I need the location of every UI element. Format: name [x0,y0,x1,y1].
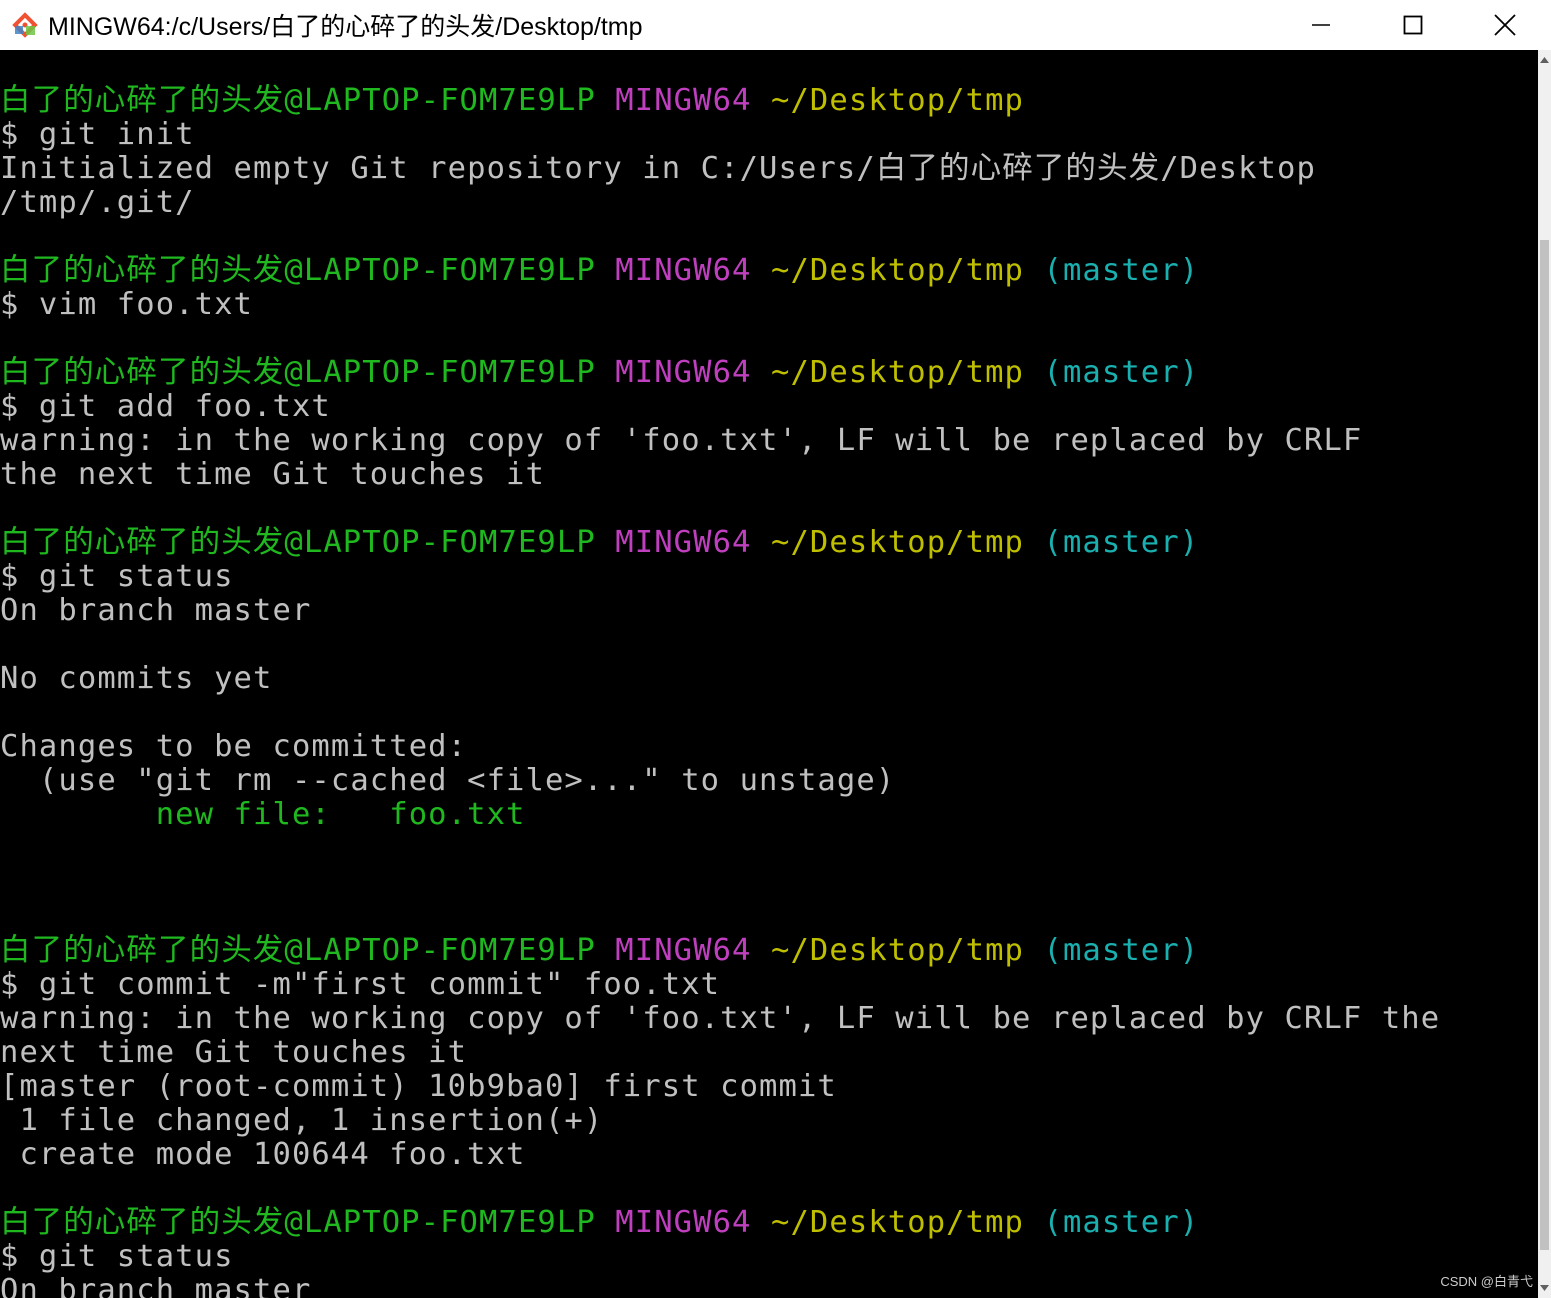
prompt-line: 白了的心碎了的头发@LAPTOP-FOM7E9LP MINGW64 ~/Desk… [0,254,1440,288]
title-bar[interactable]: MINGW64:/c/Users/白了的心碎了的头发/Desktop/tmp [0,0,1551,50]
output-line: No commits yet [0,662,1440,696]
output-line: next time Git touches it [0,1036,1440,1070]
vertical-scrollbar[interactable] [1538,50,1551,1298]
prompt-user-host: 白了的心碎了的头发@LAPTOP-FOM7E9LP [0,525,596,560]
prompt-line: 白了的心碎了的头发@LAPTOP-FOM7E9LP MINGW64 ~/Desk… [0,526,1440,560]
prompt-line: 白了的心碎了的头发@LAPTOP-FOM7E9LP MINGW64 ~/Desk… [0,84,1440,118]
command-line: $ git status [0,560,1440,594]
output-line: create mode 100644 foo.txt [0,1138,1440,1172]
output-line: warning: in the working copy of 'foo.txt… [0,424,1440,458]
command-line: $ git init [0,118,1440,152]
prompt-branch: (master) [1043,253,1200,288]
prompt-user-host: 白了的心碎了的头发@LAPTOP-FOM7E9LP [0,83,596,118]
output-line: Changes to be committed: [0,730,1440,764]
close-button[interactable] [1459,0,1551,50]
output-line: /tmp/.git/ [0,186,1440,220]
output-text: [master (root-commit) 10b9ba0] first com… [0,1069,837,1104]
prompt-branch: (master) [1043,1205,1200,1240]
output-line: (use "git rm --cached <file>..." to unst… [0,764,1440,798]
prompt-path: ~/Desktop/tmp [771,355,1025,390]
staged-file-entry: new file: foo.txt [155,797,526,832]
output-line: [master (root-commit) 10b9ba0] first com… [0,1070,1440,1104]
scroll-up-arrow-icon[interactable] [1538,50,1551,70]
prompt-branch: (master) [1043,355,1200,390]
output-line: On branch master [0,1274,1440,1298]
prompt-msystem: MINGW64 [615,525,752,560]
output-text: Initialized empty Git repository in C:/U… [0,151,1316,186]
output-text: /tmp/.git/ [0,185,195,220]
command-line: $ git commit -m"first commit" foo.txt [0,968,1440,1002]
prompt-user-host: 白了的心碎了的头发@LAPTOP-FOM7E9LP [0,253,596,288]
git-bash-icon [10,10,40,40]
prompt-user-host: 白了的心碎了的头发@LAPTOP-FOM7E9LP [0,355,596,390]
scrollbar-thumb[interactable] [1540,240,1549,1250]
output-line: new file: foo.txt [0,798,1440,832]
command-text: $ git init [0,117,195,152]
minimize-icon [1312,24,1330,26]
scroll-down-arrow-icon[interactable] [1538,1278,1551,1298]
output-text: 1 file changed, 1 insertion(+) [0,1103,604,1138]
prompt-msystem: MINGW64 [615,253,752,288]
prompt-line: 白了的心碎了的头发@LAPTOP-FOM7E9LP MINGW64 ~/Desk… [0,1206,1440,1240]
minimize-button[interactable] [1275,0,1367,50]
maximize-button[interactable] [1367,0,1459,50]
prompt-path: ~/Desktop/tmp [771,1205,1025,1240]
output-text: create mode 100644 foo.txt [0,1137,526,1172]
maximize-icon [1403,15,1423,35]
prompt-line: 白了的心碎了的头发@LAPTOP-FOM7E9LP MINGW64 ~/Desk… [0,934,1440,968]
output-text: On branch master [0,1273,312,1298]
output-text: No commits yet [0,661,273,696]
prompt-branch: (master) [1043,525,1200,560]
prompt-msystem: MINGW64 [615,1205,752,1240]
command-text: $ git status [0,559,234,594]
terminal-window: MINGW64:/c/Users/白了的心碎了的头发/Desktop/tmp 白… [0,0,1551,1298]
output-text: On branch master [0,593,312,628]
prompt-line: 白了的心碎了的头发@LAPTOP-FOM7E9LP MINGW64 ~/Desk… [0,356,1440,390]
close-icon [1494,14,1516,36]
prompt-path: ~/Desktop/tmp [771,933,1025,968]
output-text: warning: in the working copy of 'foo.txt… [0,1001,1441,1036]
output-line: warning: in the working copy of 'foo.txt… [0,1002,1440,1036]
watermark: CSDN @白青弋 [1440,1274,1533,1289]
output-text: (use "git rm --cached <file>..." to unst… [0,763,896,798]
output-text: the next time Git touches it [0,457,545,492]
output-text: next time Git touches it [0,1035,468,1070]
window-title: MINGW64:/c/Users/白了的心碎了的头发/Desktop/tmp [48,13,643,41]
output-text: warning: in the working copy of 'foo.txt… [0,423,1363,458]
output-line: 1 file changed, 1 insertion(+) [0,1104,1440,1138]
prompt-path: ~/Desktop/tmp [771,525,1025,560]
command-line: $ git status [0,1240,1440,1274]
command-text: $ git commit -m"first commit" foo.txt [0,967,721,1002]
output-line: the next time Git touches it [0,458,1440,492]
prompt-msystem: MINGW64 [615,933,752,968]
command-line: $ vim foo.txt [0,288,1440,322]
command-line: $ git add foo.txt [0,390,1440,424]
prompt-user-host: 白了的心碎了的头发@LAPTOP-FOM7E9LP [0,1205,596,1240]
output-line: On branch master [0,594,1440,628]
command-text: $ git add foo.txt [0,389,331,424]
prompt-msystem: MINGW64 [615,83,752,118]
command-text: $ git status [0,1239,234,1274]
prompt-path: ~/Desktop/tmp [771,83,1025,118]
prompt-msystem: MINGW64 [615,355,752,390]
output-line: Initialized empty Git repository in C:/U… [0,152,1440,186]
terminal-output: 白了的心碎了的头发@LAPTOP-FOM7E9LP MINGW64 ~/Desk… [0,84,1440,1298]
command-text: $ vim foo.txt [0,287,254,322]
prompt-user-host: 白了的心碎了的头发@LAPTOP-FOM7E9LP [0,933,596,968]
prompt-path: ~/Desktop/tmp [771,253,1025,288]
prompt-branch: (master) [1043,933,1200,968]
output-text: Changes to be committed: [0,729,468,764]
terminal-area[interactable]: 白了的心碎了的头发@LAPTOP-FOM7E9LP MINGW64 ~/Desk… [0,50,1538,1298]
window-controls [1275,0,1551,50]
